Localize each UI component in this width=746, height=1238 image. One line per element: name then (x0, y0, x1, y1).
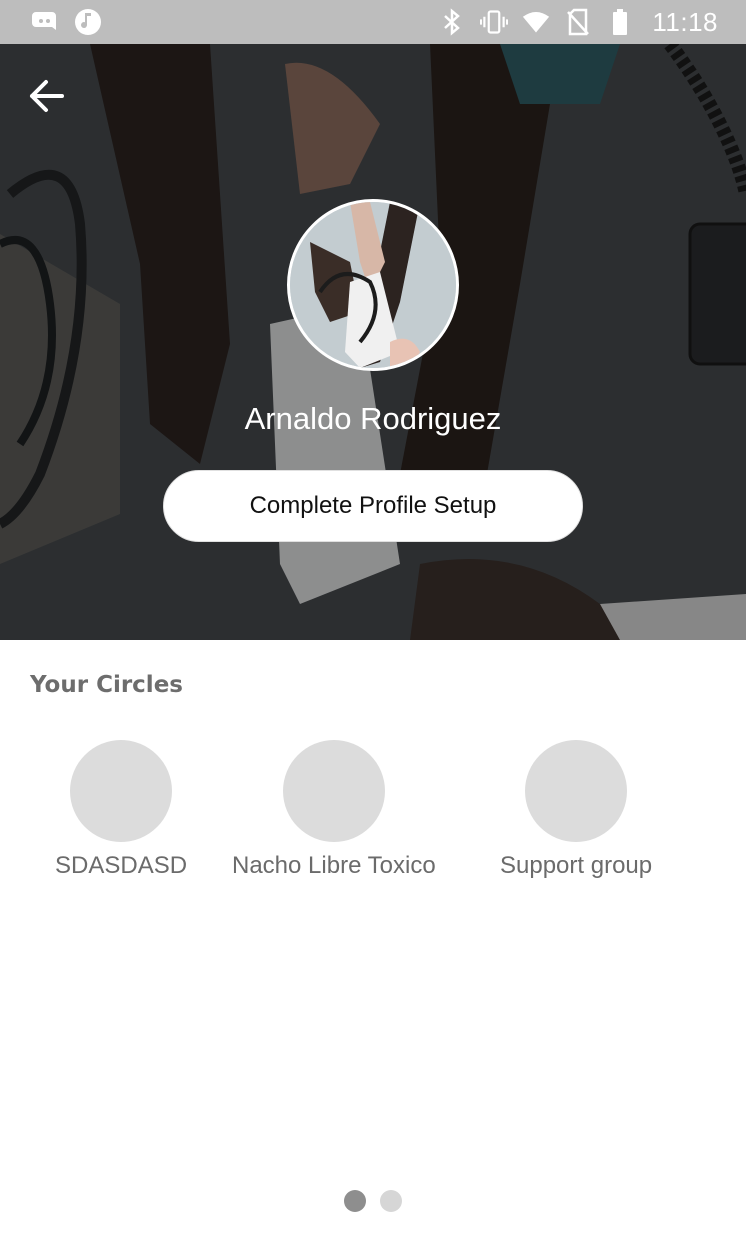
circle-label: Support group (500, 852, 653, 879)
status-bar: 11:18 (0, 0, 746, 44)
circle-avatar-placeholder (70, 740, 173, 842)
circle-avatar-placeholder (282, 740, 385, 842)
circle-item[interactable]: Nacho Libre Toxico (232, 740, 436, 880)
avatar[interactable] (287, 199, 459, 371)
back-button[interactable] (22, 72, 70, 120)
bluetooth-icon (438, 8, 466, 36)
arrow-left-icon (30, 80, 64, 112)
battery-icon (606, 8, 634, 36)
circle-label: SDASDASD (55, 852, 188, 879)
avatar-image (290, 202, 456, 368)
page-dot[interactable] (380, 1190, 402, 1212)
circle-item[interactable]: Support group (500, 740, 652, 880)
status-time: 11:18 (652, 6, 718, 37)
complete-profile-setup-button[interactable]: Complete Profile Setup (163, 470, 583, 542)
wifi-icon (522, 8, 550, 36)
vibrate-icon (480, 8, 509, 36)
circle-label: Nacho Libre Toxico (232, 852, 436, 879)
profile-name: Arnaldo Rodriguez (244, 401, 502, 436)
music-note-icon (74, 8, 102, 36)
profile-header: Arnaldo Rodriguez Complete Profile Setup (0, 44, 746, 640)
discord-icon (32, 8, 60, 36)
status-right: 11:18 (438, 7, 718, 38)
circle-item[interactable]: SDASDASD (55, 740, 187, 880)
circle-avatar-placeholder (525, 740, 628, 842)
status-left (32, 8, 102, 36)
section-title-your-circles: Your Circles (30, 672, 183, 698)
page-indicator (0, 1190, 746, 1212)
no-sim-icon (564, 8, 592, 36)
page-dot-active[interactable] (344, 1190, 366, 1212)
